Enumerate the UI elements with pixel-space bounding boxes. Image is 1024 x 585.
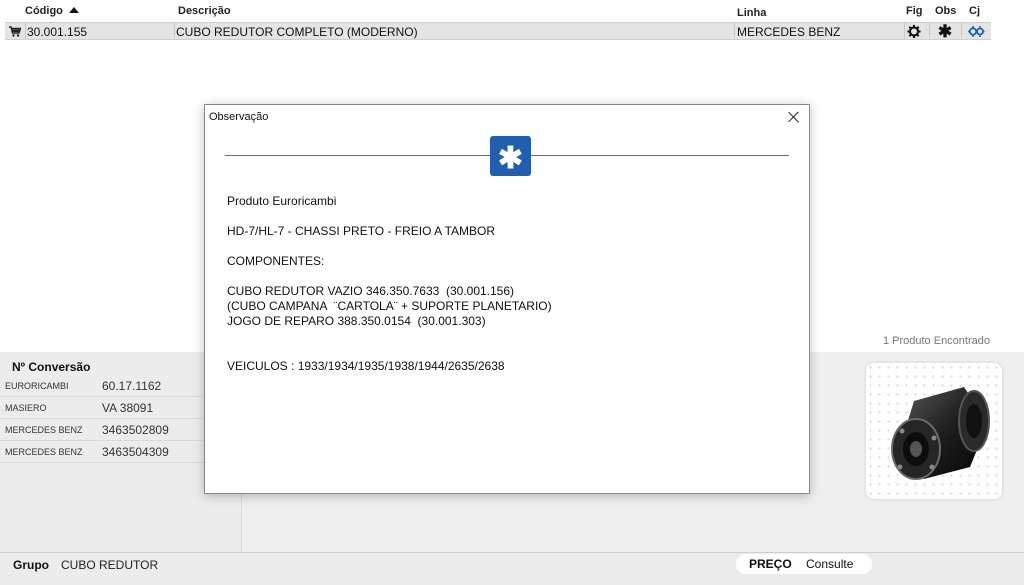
group-value: CUBO REDUTOR (61, 558, 159, 572)
observation-dialog: Observação ✱ Produto Euroricambi HD-7/HL… (204, 104, 810, 494)
conversion-brand: MASIERO (5, 403, 47, 413)
table-row[interactable]: 30.001.155 CUBO REDUTOR COMPLETO (MODERN… (5, 22, 991, 40)
gears-blue-icon[interactable] (967, 24, 985, 39)
table-header: Código Descrição Linha Fig Obs Cj (0, 0, 1024, 22)
close-button[interactable] (787, 110, 801, 124)
dialog-line: HD-7/HL-7 - CHASSI PRETO - FREIO A TAMBO… (227, 224, 496, 238)
conversion-title: Nº Conversão (12, 360, 91, 374)
product-image[interactable] (866, 363, 1002, 499)
dialog-line: COMPONENTES: (227, 254, 325, 268)
column-header-line[interactable]: Linha (737, 7, 766, 19)
dialog-line: JOGO DE REPARO 388.350.0154 (30.001.303) (227, 314, 486, 328)
dialog-title: Observação (209, 111, 269, 123)
hub-photo (891, 387, 990, 480)
row-description: CUBO REDUTOR COMPLETO (MODERNO) (176, 25, 418, 39)
gear-icon[interactable] (906, 24, 922, 39)
conversion-code: VA 38091 (102, 401, 154, 415)
dialog-line: CUBO REDUTOR VAZIO 346.350.7633 (30.001.… (227, 284, 515, 298)
group-label: Grupo (13, 558, 49, 572)
conversion-code: 60.17.1162 (102, 379, 162, 393)
column-header-code-label: Código (25, 5, 63, 17)
cart-icon[interactable] (9, 26, 21, 37)
column-header-description[interactable]: Descrição (178, 5, 231, 17)
asterisk-icon: ✱ (490, 136, 531, 176)
conversion-code: 3463504309 (102, 445, 169, 459)
dialog-line: Produto Euroricambi (227, 194, 337, 208)
footer-bar: Grupo CUBO REDUTOR PREÇO Consulte (0, 552, 1024, 585)
column-header-cj[interactable]: Cj (969, 5, 980, 17)
price-box[interactable]: PREÇO Consulte (736, 554, 872, 574)
price-value: Consulte (806, 557, 854, 571)
row-line: MERCEDES BENZ (737, 25, 841, 39)
asterisk-icon[interactable]: ✱ (937, 23, 953, 40)
column-header-code[interactable]: Código (25, 5, 79, 17)
dialog-line: VEICULOS : 1933/1934/1935/1938/1944/2635… (227, 359, 505, 373)
dialog-line: (CUBO CAMPANA ¨CARTOLA¨ + SUPORTE PLANET… (227, 299, 552, 313)
sort-ascending-icon (68, 7, 79, 13)
column-header-obs[interactable]: Obs (935, 5, 956, 17)
row-code: 30.001.155 (27, 25, 88, 39)
conversion-brand: MERCEDES BENZ (5, 447, 83, 457)
conversion-brand: MERCEDES BENZ (5, 425, 83, 435)
conversion-brand: EURORICAMBI (5, 381, 69, 391)
conversion-code: 3463502809 (102, 423, 169, 437)
results-count: 1 Produto Encontrado (882, 335, 990, 347)
column-header-fig[interactable]: Fig (906, 5, 923, 17)
price-label: PREÇO (749, 557, 792, 571)
